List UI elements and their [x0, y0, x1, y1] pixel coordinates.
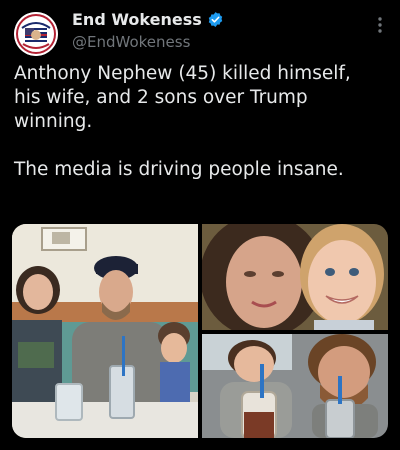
photo-father-son[interactable] [202, 334, 388, 438]
family-photo-image [12, 224, 198, 438]
tweet-text: Anthony Nephew (45) killed himself, his … [14, 62, 392, 182]
photo-mother-son[interactable] [202, 224, 388, 330]
media-grid [12, 224, 388, 438]
author-name-row: End Wokeness [72, 10, 224, 29]
author-handle[interactable]: @EndWokeness [72, 33, 190, 51]
tweet-text-line: The media is driving people insane. [14, 159, 344, 180]
verified-badge-icon [208, 12, 222, 27]
mother-son-image [202, 224, 388, 330]
author-avatar[interactable] [14, 12, 58, 56]
tweet-text-line: winning. [14, 111, 93, 132]
author-display-name[interactable]: End Wokeness [72, 10, 202, 29]
tweet-text-line: Anthony Nephew (45) killed himself, [14, 63, 351, 84]
flag-badge-icon [14, 12, 58, 56]
photo-family-restaurant[interactable] [12, 224, 198, 438]
more-vertical-icon [378, 17, 382, 33]
more-options-button[interactable] [372, 15, 388, 35]
tweet-text-line: his wife, and 2 sons over Trump [14, 87, 308, 108]
tweet: End Wokeness @EndWokeness Anthony Nephew… [0, 0, 400, 450]
father-son-image [202, 334, 388, 438]
